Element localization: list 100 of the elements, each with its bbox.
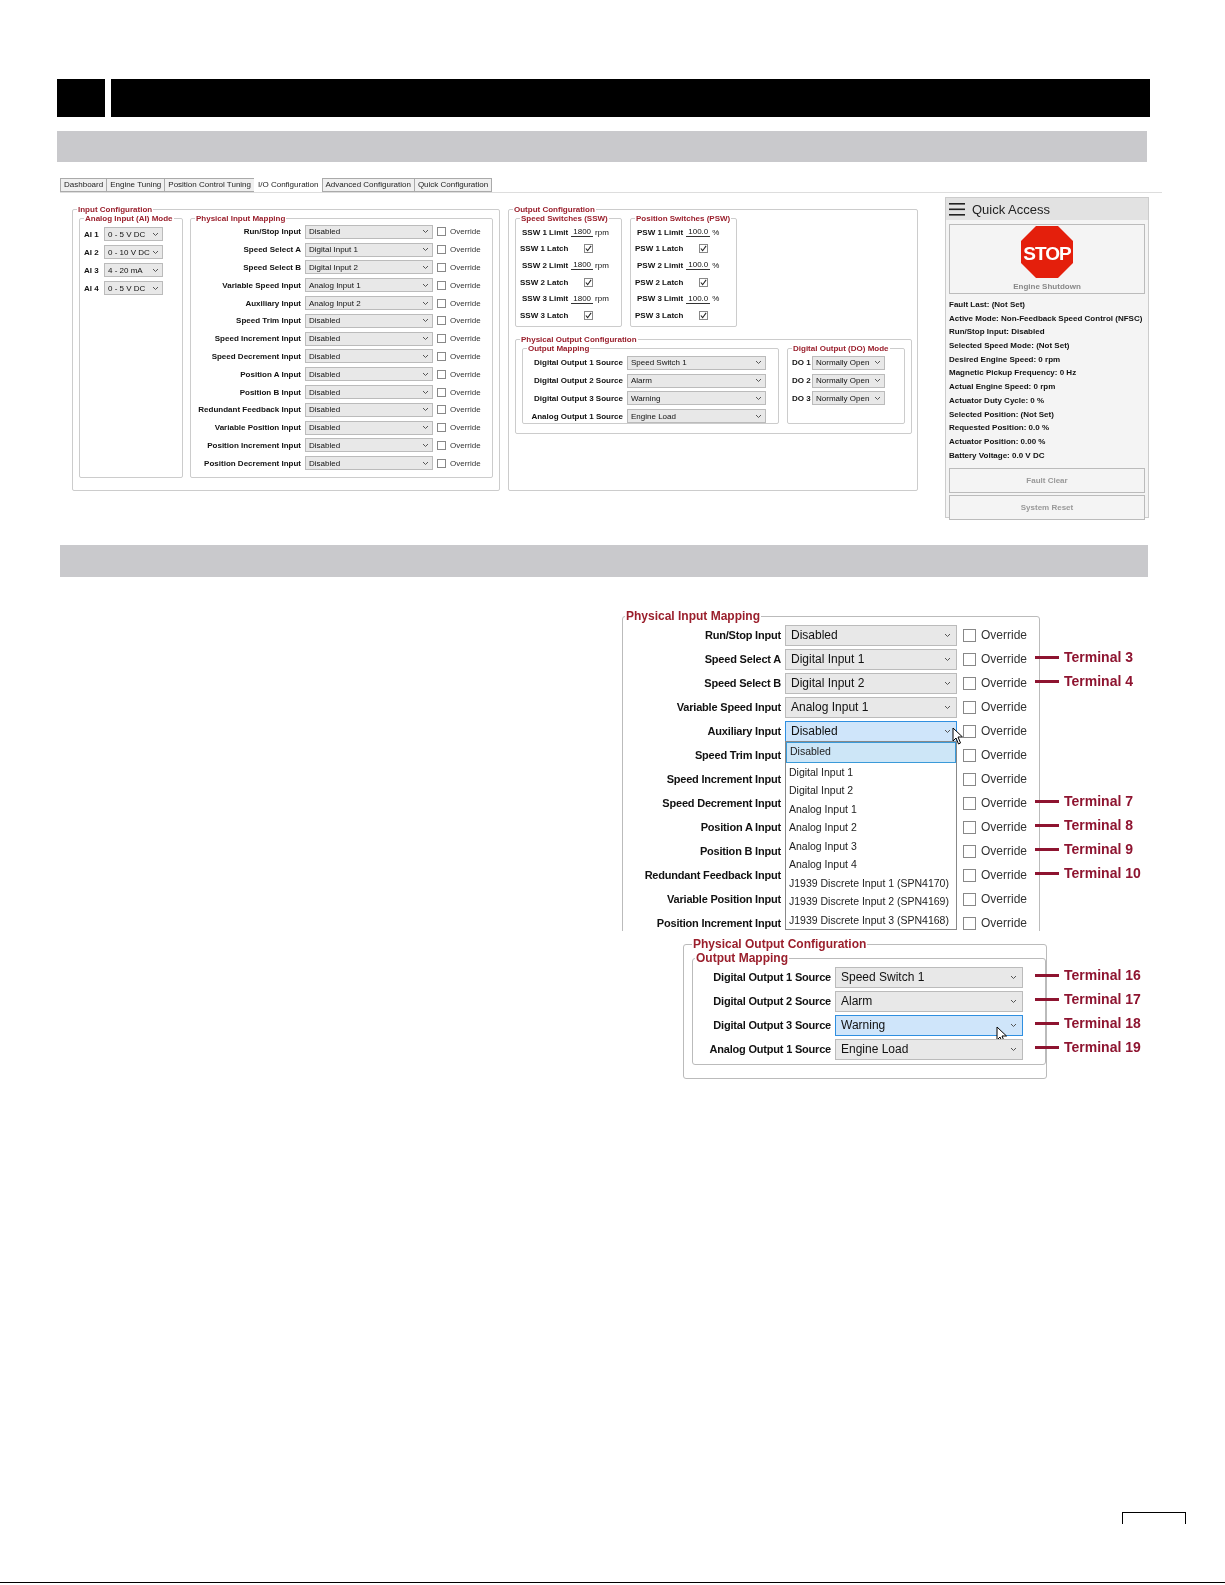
dropdown[interactable]: Disabled [305,438,433,453]
checkbox[interactable] [699,310,708,320]
dropdown[interactable]: Disabled [305,385,433,400]
input-field[interactable]: 1800 [571,227,594,238]
checkbox[interactable] [437,227,446,237]
dropdown[interactable]: Engine Load [835,1038,1023,1060]
tab[interactable]: Advanced Configuration [321,178,415,192]
dropdown[interactable]: Digital Input 2 [305,260,433,275]
dropdown[interactable]: Speed Switch 1 [835,966,1023,988]
dropdown[interactable]: Alarm [835,990,1023,1012]
field-label: Position B Input [698,845,782,857]
field-label: Speed Decrement Input [210,351,302,361]
dropdown[interactable]: Warning [835,1014,1023,1036]
checkbox[interactable] [699,277,708,287]
input-field[interactable]: 1800 [571,260,594,271]
checkbox[interactable] [963,820,976,834]
checkbox[interactable] [584,244,593,254]
list-option[interactable]: Analog Input 4 [786,855,956,874]
tab[interactable]: Engine Tuning [106,178,166,192]
input-field[interactable]: 100.0 [686,260,711,271]
list-option[interactable]: Digital Input 2 [786,781,956,800]
dropdown[interactable]: Warning [627,391,766,406]
checkbox[interactable] [437,440,446,450]
dropdown[interactable]: Disabled [305,367,433,382]
input-field[interactable]: 100.0 [686,293,711,304]
list-option[interactable]: J1939 Discrete Input 1 (SPN4170) [786,873,956,892]
dropdown[interactable]: Disabled [305,224,433,239]
dropdown[interactable]: Digital Input 1 [785,648,957,670]
input-field[interactable]: 100.0 [686,227,711,238]
dropdown[interactable]: Disabled [305,456,433,471]
checkbox[interactable] [699,244,708,254]
dropdown[interactable]: Engine Load [627,409,766,424]
checkbox[interactable] [963,892,976,906]
dropdown[interactable]: Disabled [305,349,433,364]
checkbox[interactable] [963,868,976,882]
dropdown[interactable]: 4 - 20 mA [104,263,163,277]
dropdown[interactable]: Normally Open [812,391,885,406]
dropdown[interactable]: Alarm [627,373,766,388]
dropdown[interactable]: Disabled [305,402,433,417]
checkbox[interactable] [584,277,593,287]
checkbox[interactable] [963,700,976,714]
dropdown[interactable]: Digital Input 1 [305,242,433,257]
dropdown[interactable]: 0 - 5 V DC [104,227,163,241]
checkbox[interactable] [437,280,446,290]
dropdown[interactable]: Speed Switch 1 [627,355,766,370]
tab[interactable]: Quick Configuration [413,178,493,192]
dropdown[interactable]: 0 - 5 V DC [104,281,163,295]
stop-sign-icon: STOP [1020,225,1074,279]
list-option[interactable]: Analog Input 2 [786,818,956,837]
leader-line [1035,997,1059,1001]
tab[interactable]: Dashboard [60,178,108,192]
list-option[interactable]: J1939 Discrete Input 3 (SPN4168) [786,910,956,929]
status-text: Run/Stop Input: Disabled [949,326,1046,339]
shutdown-button[interactable]: STOP Engine Shutdown [949,224,1145,294]
checkbox[interactable] [437,351,446,361]
list-option[interactable]: Digital Input 1 [786,762,956,781]
list-option[interactable]: Analog Input 1 [786,799,956,818]
checkbox[interactable] [963,772,976,786]
list-option[interactable]: Disabled [786,742,956,763]
checkbox[interactable] [437,387,446,397]
checkbox[interactable] [963,724,976,738]
dropdown[interactable]: 0 - 10 V DC [104,245,163,259]
checkbox[interactable] [963,916,976,930]
dropdown[interactable]: Analog Input 1 [785,696,957,718]
dropdown[interactable]: Disabled [305,331,433,346]
list-option[interactable]: Analog Input 3 [786,836,956,855]
checkbox[interactable] [963,652,976,666]
dropdown[interactable]: Normally Open [812,373,885,388]
field-label: PSW 2 Limit [637,261,684,270]
dropdown[interactable]: Digital Input 2 [785,672,957,694]
checkbox[interactable] [437,405,446,415]
dropdown[interactable]: Analog Input 2 [305,296,433,311]
dropdown[interactable]: Disabled [305,420,433,435]
field-label: SSW 1 Latch [520,244,570,254]
dropdown[interactable]: Analog Input 1 [305,278,433,293]
checkbox[interactable] [963,676,976,690]
input-field[interactable]: 1800 [571,293,594,304]
checkbox[interactable] [963,748,976,762]
checkbox-label: Override [450,245,481,255]
list-option[interactable]: J1939 Discrete Input 2 (SPN4169) [786,892,956,911]
checkbox[interactable] [963,796,976,810]
field-label: SSW 2 Limit [522,261,569,270]
checkbox[interactable] [437,298,446,308]
checkbox[interactable] [437,316,446,326]
dropdown[interactable]: Normally Open [812,355,885,370]
checkbox[interactable] [963,628,976,642]
tab[interactable]: Position Control Tuning [164,178,255,192]
checkbox[interactable] [437,334,446,344]
checkbox[interactable] [437,369,446,379]
checkbox[interactable] [963,844,976,858]
checkbox-label: Override [981,628,1027,642]
unit-label: rpm [595,227,609,237]
page-number-frame [1122,1512,1186,1524]
checkbox[interactable] [437,423,446,433]
checkbox[interactable] [437,263,446,272]
dropdown[interactable]: Disabled [785,624,957,646]
checkbox[interactable] [437,245,446,255]
checkbox[interactable] [584,310,593,320]
dropdown[interactable]: Disabled [305,313,433,328]
checkbox[interactable] [437,458,446,468]
